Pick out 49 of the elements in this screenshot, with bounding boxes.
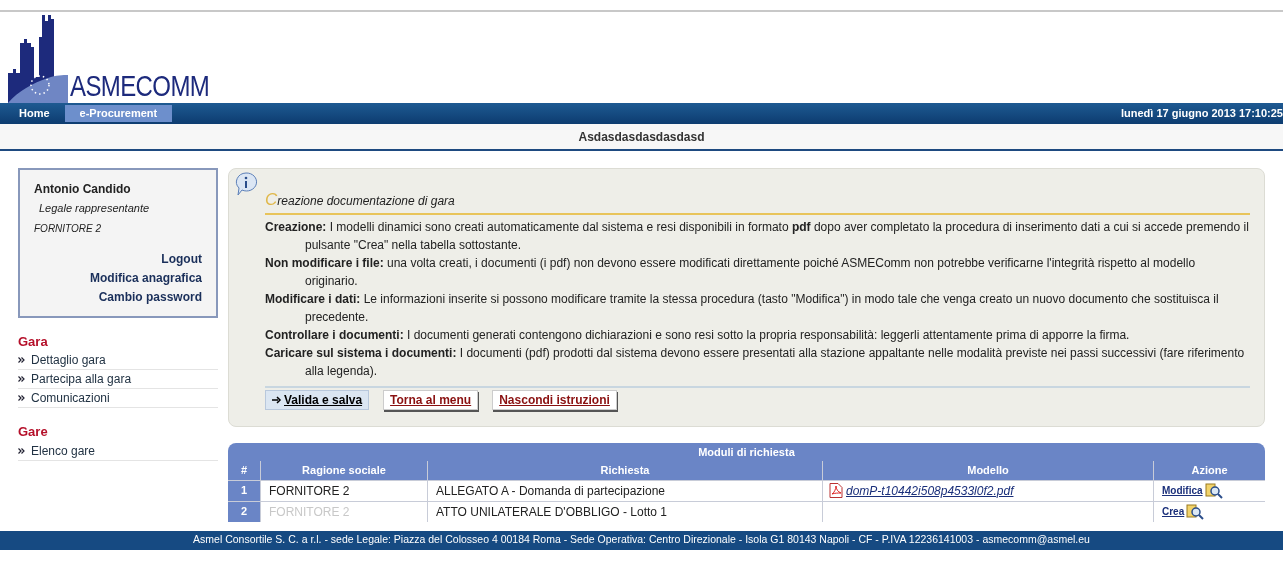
account-link[interactable]: Cambio password: [98, 287, 202, 306]
instruction-paragraph: Controllare i documenti: I documenti generati contengono dichiarazioni e sono resi sotto la propria responsabilità: leggerli attentamente prima di apporre la firma.: [265, 326, 1131, 344]
column-header: Ragione sociale: [261, 460, 427, 480]
instruction-paragraph: Caricare sul sistema i documenti: I documenti (pdf) prodotti dal sistema devono essere presentati alla stazione appaltante nelle modalità previste nei passi successivi (fare riferimento alla legenda).: [265, 344, 1246, 380]
chevron-icon: [18, 395, 25, 401]
footer-text: Asmel Consortile S. C. a r.l. - sede Legale: Piazza del Colosseo 4 00184 Roma - Sede Operativa: Centro Direzionale - Isola G1 80143 Napoli - CF - P.IVA 12236141003 - asmecomm@asmel.eu: [193, 532, 1090, 548]
account-link[interactable]: Modifica anagrafica: [89, 268, 202, 287]
chevron-icon: [18, 376, 25, 382]
save-button[interactable]: Valida e salva: [265, 389, 370, 410]
table-cell: ALLEGATO A - Domanda di partecipazione: [428, 480, 822, 501]
row-number: 2: [228, 501, 260, 522]
sidebar-link[interactable]: Comunicazioni: [18, 389, 218, 408]
table-cell: ATTO UNILATERALE D'OBBLIGO - Lotto 1: [428, 501, 822, 522]
nav-button[interactable]: Torna al menu: [383, 389, 479, 410]
company-name: FORNITORE 2: [34, 221, 103, 236]
info-icon: [233, 171, 259, 197]
account-link[interactable]: Logout: [161, 249, 202, 268]
page-title: Asdasdasdasdasdasd: [578, 128, 705, 146]
logo-text: ASMECOMM: [70, 71, 210, 101]
action-link[interactable]: Modifica: [1162, 483, 1203, 498]
arrow-icon: [272, 395, 282, 404]
instruction-paragraph: Non modificare i file: una volta creati, i documenti (i pdf) non devono essere modificati direttamente poiché ASMEComm non potrebbe verificarne l'integrità rispetto al modello originario.: [265, 254, 1197, 290]
nav-tab[interactable]: Home: [4, 105, 65, 122]
sidebar-link[interactable]: Elenco gare: [18, 441, 218, 461]
user-search-icon[interactable]: [1204, 482, 1223, 499]
pdf-file-icon: [829, 483, 843, 498]
file-link[interactable]: domP-t10442i508p4533l0f2.pdf: [846, 481, 1014, 500]
column-header: Azione: [1154, 460, 1265, 480]
table-title: Moduli di richiesta: [697, 444, 796, 460]
column-header: #: [228, 460, 260, 480]
date-time: lunedì 17 giugno 2013 17:10:25: [1121, 106, 1283, 122]
user-role: Legale rappresentante: [39, 201, 151, 216]
action-link[interactable]: Crea: [1162, 504, 1185, 519]
chevron-icon: [18, 357, 25, 363]
instruction-paragraph: Modificare i dati: Le informazioni inserite si possono modificare tramite la stessa procedura (tasto "Modifica") in modo tale che venga creato un nuovo documento che sostituisca il precedente.: [265, 290, 1220, 326]
column-header: Modello: [823, 460, 1153, 480]
nav-button[interactable]: Nascondi istruzioni: [492, 389, 617, 410]
user-name: Antonio Candido: [34, 181, 132, 198]
column-header: Richiesta: [428, 460, 822, 480]
section-heading: Creazione documentazione di gara: [265, 189, 455, 211]
section-title: Gara: [18, 332, 49, 351]
instruction-paragraph: Creazione: I modelli dinamici sono creati automaticamente dal sistema e resi disponibili in formato pdf dopo aver completato la procedura di inserimento dati a cui si accede premendo il pulsante "Crea" nella tabella sottostante.: [265, 218, 1250, 254]
table-cell: FORNITORE 2: [261, 480, 427, 501]
sidebar-link[interactable]: Dettaglio gara: [18, 351, 218, 370]
row-number: 1: [228, 480, 260, 501]
sidebar-link[interactable]: Partecipa alla gara: [18, 370, 218, 389]
chevron-icon: [18, 447, 25, 454]
section-title: Gare: [18, 423, 49, 441]
user-search-icon[interactable]: [1186, 503, 1205, 520]
